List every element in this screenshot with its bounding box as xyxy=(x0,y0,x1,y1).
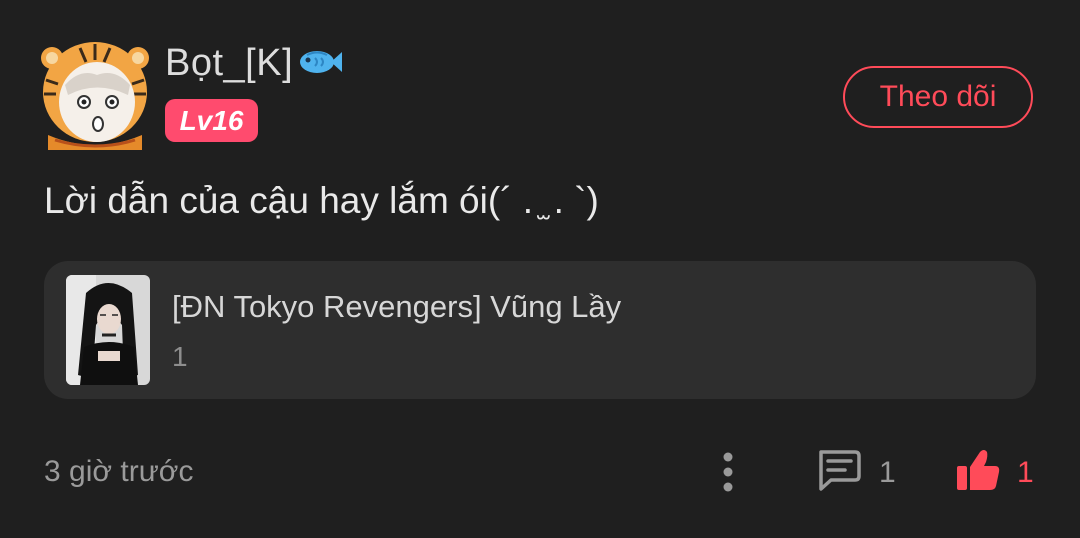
more-vertical-icon xyxy=(723,452,733,492)
story-card[interactable]: [ĐN Tokyo Revengers] Vũng Lầy 1 xyxy=(44,261,1036,399)
story-chapter-count: 1 xyxy=(172,341,188,372)
story-cover-image xyxy=(66,275,150,385)
comment-text: Lời dẫn của cậu hay lắm ói(´ . ̫ . `) xyxy=(44,180,599,221)
avatar[interactable] xyxy=(40,40,150,150)
reply-count: 1 xyxy=(879,455,896,489)
username-row: Bọt_[K] xyxy=(165,42,343,85)
fish-icon xyxy=(297,46,343,81)
follow-button[interactable]: Theo dõi xyxy=(843,66,1033,128)
story-title: [ĐN Tokyo Revengers] Vũng Lầy xyxy=(172,289,622,324)
timestamp: 3 giờ trước xyxy=(44,455,194,488)
like-button[interactable]: 1 xyxy=(955,448,1034,497)
comment-item: Bọt_[K] Lv16 Theo dõi Lời dẫn của cậu ha… xyxy=(0,0,1080,538)
username[interactable]: Bọt_[K] xyxy=(165,42,293,85)
thumbs-up-icon xyxy=(955,448,1001,497)
comment-icon xyxy=(815,448,861,497)
more-options-button[interactable] xyxy=(712,450,744,494)
reply-button[interactable]: 1 xyxy=(815,448,896,497)
like-count: 1 xyxy=(1017,455,1034,489)
level-badge: Lv16 xyxy=(165,99,258,142)
